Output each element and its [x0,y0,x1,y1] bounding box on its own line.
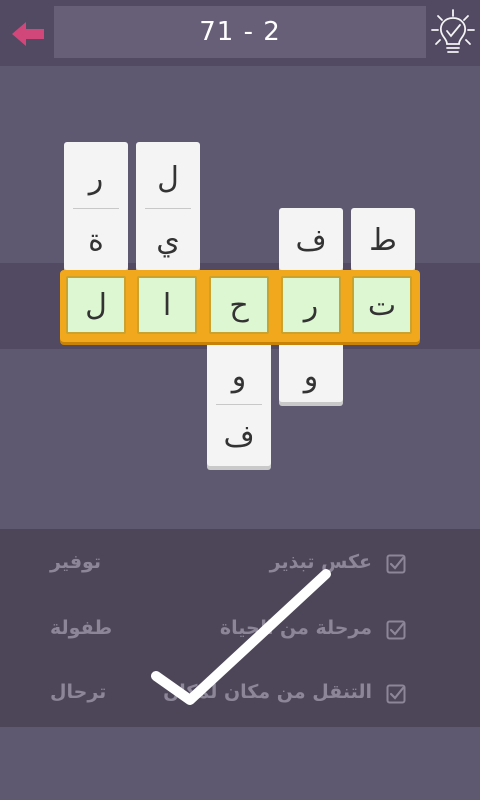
lightbulb-check-icon[interactable] [430,8,476,58]
level-indicator: 71 - 2 [54,6,426,58]
answer-tile[interactable]: ا [137,276,197,334]
level-label: 71 - 2 [199,17,281,47]
clue-answer: ترحال [50,681,107,703]
letter-cell: ف [295,222,327,258]
letter-cell: و [303,358,319,394]
answer-strip: ل ا ح ر ت [60,270,420,342]
column-4-top: ف [279,208,343,270]
letter-cell: ة [88,222,104,258]
answer-tile[interactable]: ت [352,276,412,334]
letter-cell: ل [157,160,179,196]
success-checkmark-icon [151,569,331,705]
column-2-top: ل ي [136,142,200,270]
column-3-bottom: و ف [207,340,271,466]
letter-cell: و [231,358,247,394]
column-4-bottom: و [279,340,343,402]
checkbox-checked-icon [386,620,406,640]
clue-answer: توفير [50,551,102,573]
letter-cell: ط [369,222,397,258]
top-bar: 71 - 2 [0,0,480,66]
column-1-top: ر ة [64,142,128,270]
checkbox-checked-icon [386,684,406,704]
letter-cell: ر [88,160,104,196]
letter-cell: ي [156,222,180,258]
checkbox-checked-icon [386,554,406,574]
clue-answer: طفولة [50,617,113,639]
arrow-left-icon[interactable] [8,14,48,54]
answer-tile[interactable]: ح [209,276,269,334]
answer-tile[interactable]: ل [66,276,126,334]
letter-cell: ف [223,418,255,454]
answer-tile[interactable]: ر [281,276,341,334]
column-5-top: ط [351,208,415,270]
